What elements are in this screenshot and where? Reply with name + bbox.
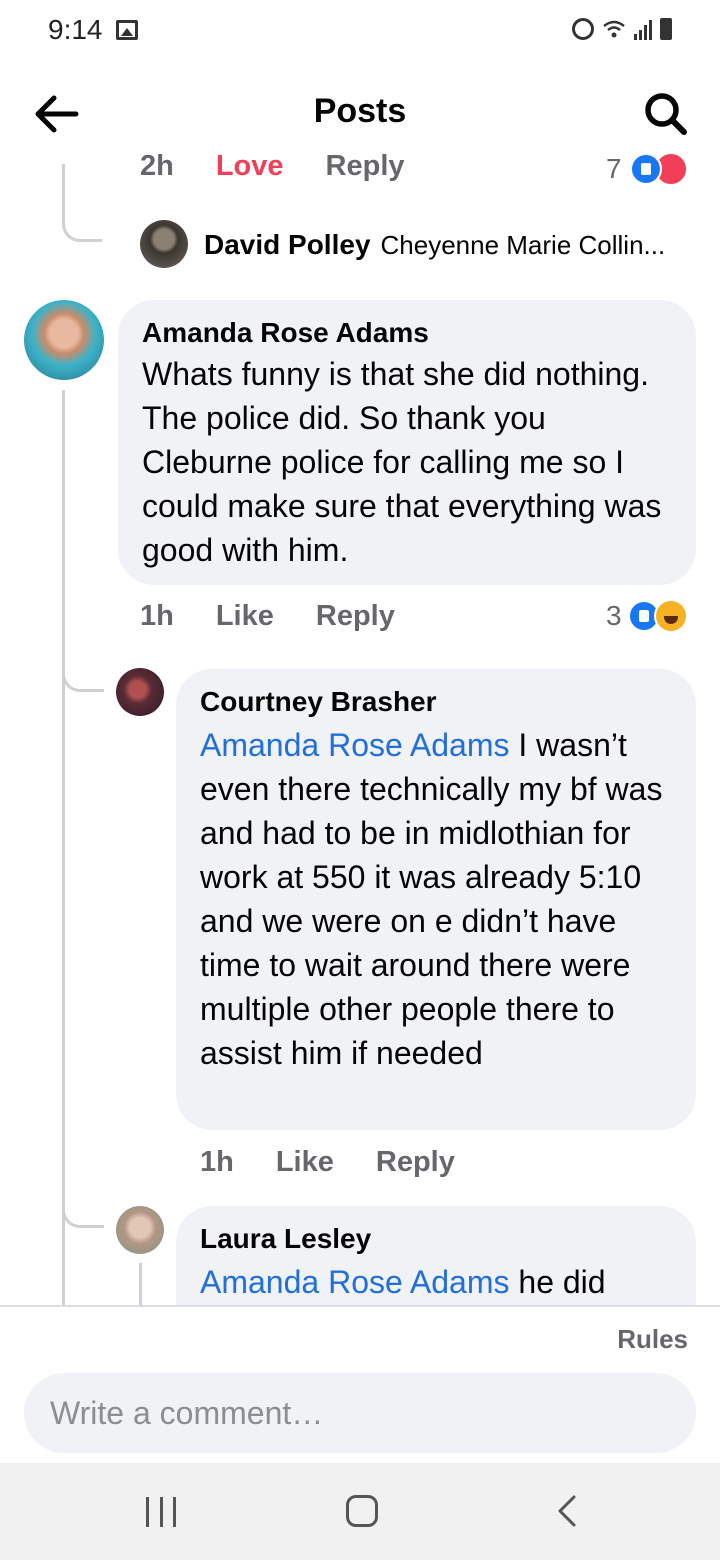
reply-author[interactable]: Laura Lesley xyxy=(200,1222,672,1256)
prev-comment-time: 2h xyxy=(140,150,174,182)
page-title: Posts xyxy=(313,92,407,130)
footer-divider xyxy=(0,1305,720,1307)
reply-preview-author: David Polley xyxy=(204,229,371,260)
reply-button[interactable]: Reply xyxy=(326,150,405,183)
signal-icon xyxy=(634,18,652,40)
avatar-laura-lesley[interactable] xyxy=(116,1206,164,1254)
comment-bubble-laura: Laura Lesley Amanda Rose Adams he did xyxy=(176,1206,696,1305)
reaction-count: 3 xyxy=(606,600,622,631)
comment-text: Whats funny is that she did nothing. The… xyxy=(142,356,662,568)
status-icons xyxy=(572,18,672,40)
thread-connector xyxy=(62,164,102,242)
mention-link[interactable]: Amanda Rose Adams xyxy=(200,1264,510,1300)
wifi-icon xyxy=(603,20,625,38)
prev-comment-meta: 2h Love Reply xyxy=(140,150,447,183)
comment-bubble-amanda: Amanda Rose Adams Whats funny is that sh… xyxy=(118,300,696,585)
love-button[interactable]: Love xyxy=(216,150,284,183)
avatar-amanda-rose-adams[interactable] xyxy=(24,300,104,380)
comment-time: 1h xyxy=(140,600,174,632)
comments-list: 2h Love Reply 7 David Polley Cheyenne Ma… xyxy=(0,150,720,1305)
status-bar: 9:14 xyxy=(0,0,720,62)
like-reaction-icon xyxy=(629,153,662,185)
haha-reaction-icon xyxy=(653,599,688,633)
prev-reaction-count: 7 xyxy=(606,153,622,184)
reply-time: 1h xyxy=(200,1146,234,1178)
reply-preview-text: Cheyenne Marie Collin... xyxy=(380,229,666,260)
like-button[interactable]: Like xyxy=(216,600,274,633)
search-icon[interactable] xyxy=(642,90,690,138)
rules-link[interactable]: Rules xyxy=(617,1324,688,1355)
comment-author[interactable]: Amanda Rose Adams xyxy=(142,316,672,350)
thread-line xyxy=(139,1263,142,1305)
reply-button[interactable]: Reply xyxy=(316,600,395,633)
reply-connector xyxy=(62,650,104,692)
reply-preview[interactable]: David Polley Cheyenne Marie Collin... xyxy=(204,228,665,262)
battery-icon xyxy=(660,18,672,40)
reply-connector xyxy=(62,1190,104,1228)
prev-reactions[interactable]: 7 xyxy=(606,152,688,186)
recent-apps-icon[interactable] xyxy=(146,1497,176,1527)
comment-meta: 1h Like Reply xyxy=(140,600,437,633)
mention-link[interactable]: Amanda Rose Adams xyxy=(200,727,510,763)
reply-text: Amanda Rose Adams I wasn’t even there te… xyxy=(200,723,672,1075)
avatar-david-polley[interactable] xyxy=(140,220,188,268)
reply-button[interactable]: Reply xyxy=(376,1146,455,1179)
reply-meta: 1h Like Reply xyxy=(200,1146,497,1179)
comment-input[interactable] xyxy=(24,1373,696,1453)
alarm-icon xyxy=(572,18,594,40)
system-nav-bar xyxy=(0,1463,720,1560)
like-button[interactable]: Like xyxy=(276,1146,334,1179)
thread-line xyxy=(62,390,65,1305)
reply-text-body: he did xyxy=(509,1264,606,1300)
gallery-icon xyxy=(116,20,138,40)
comment-bubble-courtney: Courtney Brasher Amanda Rose Adams I was… xyxy=(176,669,696,1130)
comment-reactions[interactable]: 3 xyxy=(606,599,688,633)
nav-back-icon[interactable] xyxy=(552,1493,582,1529)
reply-author[interactable]: Courtney Brasher xyxy=(200,685,672,719)
reply-text: Amanda Rose Adams he did xyxy=(200,1260,672,1304)
home-icon[interactable] xyxy=(346,1495,378,1527)
avatar-courtney-brasher[interactable] xyxy=(116,668,164,716)
status-time: 9:14 xyxy=(48,14,103,45)
reply-text-body: I wasn’t even there technically my bf wa… xyxy=(200,727,663,1071)
